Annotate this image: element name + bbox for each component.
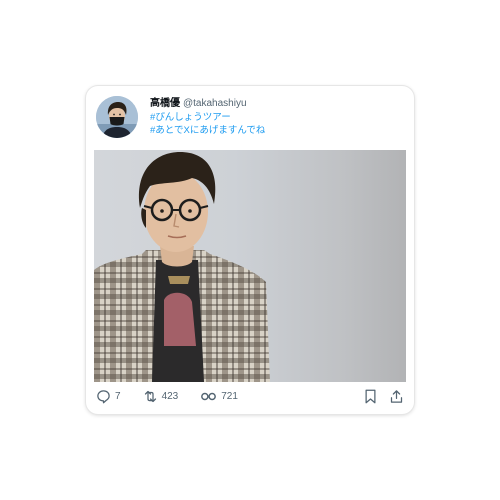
views-button[interactable]: 721 [200, 389, 238, 404]
repost-button[interactable]: 423 [143, 389, 179, 404]
stage: 高橋優@takahashiyu #ぴんしょうツアー #あとでXにあげますんでね [0, 0, 500, 500]
post-photo[interactable] [94, 150, 406, 382]
avatar-image [96, 96, 138, 138]
avatar[interactable] [96, 96, 138, 138]
hashtag-line-1[interactable]: #ぴんしょうツアー [150, 112, 265, 123]
post-card[interactable]: 高橋優@takahashiyu #ぴんしょうツアー #あとでXにあげますんでね [86, 86, 414, 414]
views-count: 721 [221, 390, 238, 402]
share-button[interactable] [388, 388, 404, 404]
share-icon [390, 389, 402, 403]
post-actions: 7 423 721 [96, 386, 404, 406]
views-icon [201, 392, 217, 400]
author-display-name[interactable]: 高橋優 [150, 98, 180, 109]
header-text: 高橋優 @takahashiyu #ぴんしょうツアー #あとでXにあげますんでね [150, 98, 265, 137]
post-photo-image [94, 150, 406, 382]
post-header: 高橋優 @takahashiyu #ぴんしょうツアー #あとでXにあげますんでね [96, 96, 404, 146]
author-line: 高橋優 @takahashiyu [150, 98, 265, 110]
reply-icon [97, 389, 110, 403]
author-handle[interactable]: @takahashiyu [183, 98, 247, 109]
reply-count: 7 [115, 390, 121, 402]
repost-icon [144, 390, 156, 402]
bookmark-icon [365, 389, 375, 403]
bookmark-button[interactable] [362, 388, 378, 404]
repost-count: 423 [161, 390, 179, 402]
reply-button[interactable]: 7 [96, 389, 121, 404]
hashtag-line-2[interactable]: #あとでXにあげますんでね [150, 125, 265, 136]
